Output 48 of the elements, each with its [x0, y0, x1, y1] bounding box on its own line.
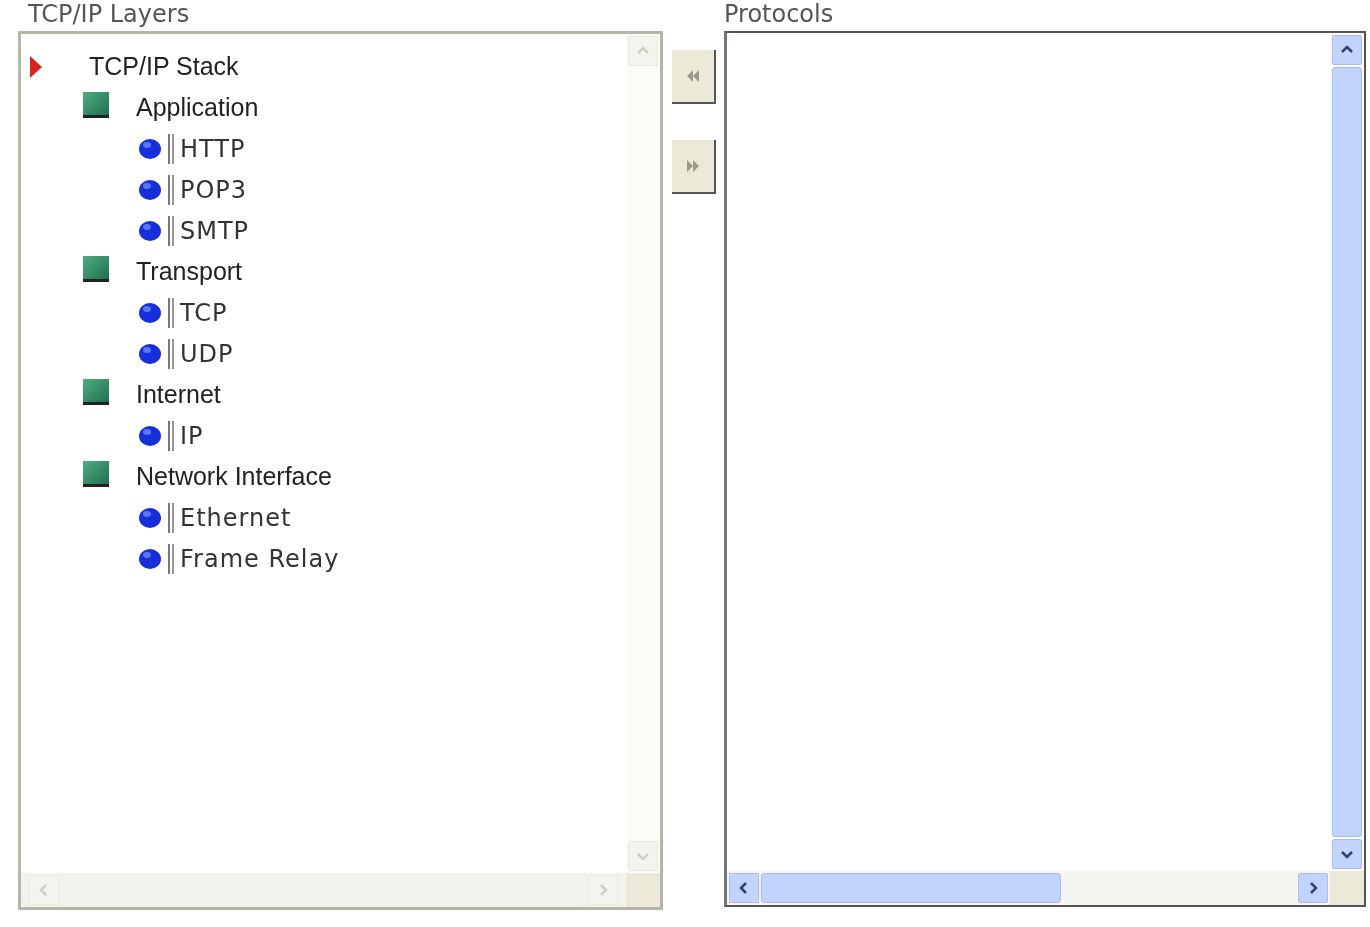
grip-icon	[168, 174, 176, 205]
square-icon	[83, 460, 109, 487]
square-icon	[83, 378, 109, 405]
tree-item-label[interactable]: IP	[180, 421, 204, 450]
panel-title: TCP/IP Layers	[27, 0, 191, 30]
scrollbar-corner	[1330, 871, 1364, 905]
tree-item-label[interactable]: TCP	[180, 298, 228, 327]
tree-item-label[interactable]: Network Interface	[136, 462, 332, 491]
tree-item-label[interactable]: POP3	[180, 175, 248, 204]
dot-icon	[138, 218, 162, 243]
grip-icon	[168, 338, 176, 369]
tree-item-label[interactable]: TCP/IP Stack	[89, 52, 239, 81]
tree-item-label[interactable]: Internet	[136, 380, 221, 409]
grip-icon	[168, 420, 176, 451]
dot-icon	[138, 505, 162, 530]
dot-icon	[138, 423, 162, 448]
square-icon	[83, 91, 109, 118]
scrollbar-corner	[626, 873, 660, 907]
scroll-left-button[interactable]	[729, 873, 759, 903]
grip-icon	[168, 215, 176, 246]
scroll-up-button[interactable]	[1332, 35, 1362, 65]
scroll-thumb[interactable]	[1332, 67, 1362, 837]
double-left-arrow-icon	[685, 69, 700, 83]
tree-item-label[interactable]: Transport	[136, 257, 243, 286]
tree-item-label[interactable]: Frame Relay	[180, 544, 340, 573]
caret-right-icon	[29, 54, 43, 79]
dot-icon	[138, 300, 162, 325]
grip-icon	[168, 502, 176, 533]
dot-icon	[138, 341, 162, 366]
dot-icon	[138, 136, 162, 161]
grip-icon	[168, 297, 176, 328]
scroll-right-button[interactable]	[1298, 873, 1328, 903]
double-right-arrow-icon	[685, 159, 700, 173]
scroll-down-button[interactable]	[1332, 839, 1362, 869]
grip-icon	[168, 133, 176, 164]
tree-item-label[interactable]: HTTP	[180, 134, 246, 163]
panel-title: Protocols	[724, 0, 835, 30]
move-right-button[interactable]	[671, 140, 716, 194]
tree-item-label[interactable]: SMTP	[180, 216, 250, 245]
scroll-thumb[interactable]	[761, 873, 1061, 903]
grip-icon	[168, 543, 176, 574]
move-left-button[interactable]	[671, 50, 716, 104]
square-icon	[83, 255, 109, 282]
tree-item-label[interactable]: Ethernet	[180, 503, 292, 532]
tree-item-label[interactable]: Application	[136, 93, 259, 122]
dot-icon	[138, 177, 162, 202]
dot-icon	[138, 546, 162, 571]
tree-item-label[interactable]: UDP	[180, 339, 234, 368]
